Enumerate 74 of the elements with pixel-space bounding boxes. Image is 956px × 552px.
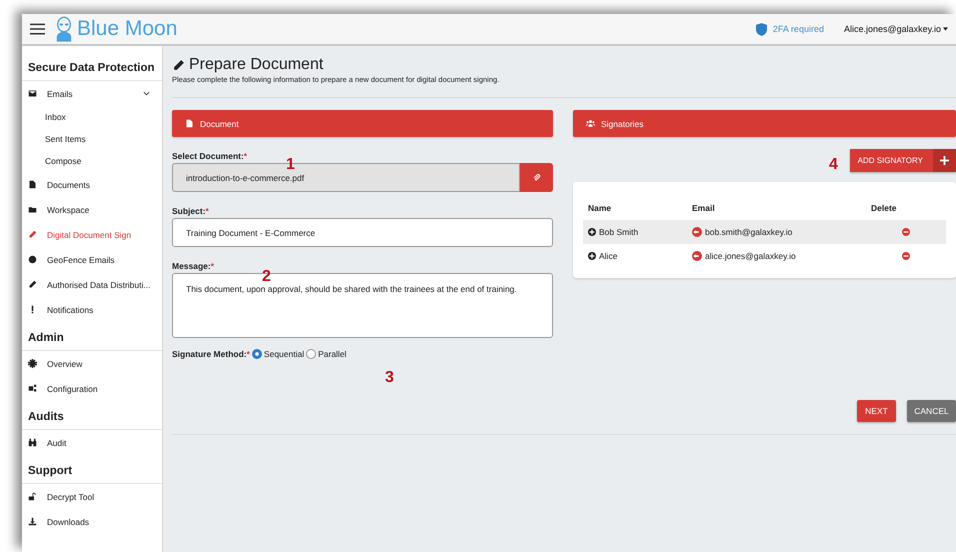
section-title: Secure Data Protection: [22, 56, 162, 81]
envelope-icon: [28, 89, 37, 98]
pencil-icon: [28, 230, 37, 239]
users-icon: [586, 119, 595, 128]
panel-title: Signatories: [601, 118, 644, 128]
download-icon: [28, 517, 37, 526]
plus-circle-icon[interactable]: [588, 228, 596, 236]
file-icon: [185, 119, 194, 128]
signatory-name: Bob Smith: [599, 227, 638, 237]
sidebar-item[interactable]: Audit: [22, 430, 162, 455]
key-icon: [692, 251, 702, 261]
alien-logo-icon: [55, 16, 73, 42]
column-header: Delete: [871, 203, 898, 213]
caret-icon[interactable]: [943, 27, 948, 31]
cancel-button[interactable]: CANCEL: [907, 400, 956, 422]
paperclip-icon: [532, 174, 540, 182]
sidebar-item[interactable]: Configuration: [22, 376, 162, 401]
field-label: Select Document:: [172, 151, 244, 161]
required-mark: *: [210, 261, 214, 271]
brand-name: Blue Moon: [77, 17, 178, 41]
required-mark: *: [244, 151, 248, 161]
section-title: Support: [22, 459, 162, 484]
folder-icon: [28, 205, 37, 214]
required-mark: *: [246, 349, 250, 359]
gear-icon: [28, 359, 37, 368]
binoculars-icon: [28, 438, 37, 447]
sidebar-subitem[interactable]: Compose: [22, 150, 162, 172]
subject-field[interactable]: Training Document - E-Commerce: [172, 218, 553, 247]
key-icon: [692, 227, 702, 237]
remove-icon[interactable]: [902, 228, 910, 236]
section-title: Audits: [22, 405, 162, 430]
shield-icon: [756, 22, 767, 36]
field-label: Subject:: [172, 206, 206, 216]
attach-button[interactable]: [520, 163, 553, 192]
sidebar-item[interactable]: Overview: [22, 351, 162, 376]
field-label: Message:: [172, 261, 211, 271]
signatory-email: alice.jones@galaxkey.io: [705, 251, 796, 261]
sidebar-item[interactable]: Downloads: [22, 509, 162, 534]
file-icon: [28, 180, 37, 189]
sidebar-item[interactable]: Emails: [22, 81, 162, 106]
sidebar-item[interactable]: Workspace: [22, 197, 162, 222]
sidebar-item[interactable]: Digital Document Sign: [22, 222, 162, 247]
plus-circle-icon[interactable]: [588, 252, 596, 260]
next-button[interactable]: NEXT: [857, 400, 896, 422]
signatory-name: Alice: [599, 251, 618, 261]
radio-button[interactable]: [252, 349, 262, 359]
pencil-icon: [28, 280, 37, 289]
sidebar-item[interactable]: Authorised Data Distributi...: [22, 272, 162, 297]
remove-icon[interactable]: [902, 252, 910, 260]
callout-number: 4: [829, 157, 838, 173]
panel-title: Document: [200, 118, 239, 128]
column-header: Name: [588, 203, 612, 213]
section-title: Admin: [22, 326, 162, 351]
radio-label[interactable]: Parallel: [318, 349, 346, 359]
radio-button[interactable]: [306, 349, 316, 359]
sidebar-item[interactable]: Documents: [22, 172, 162, 197]
sidebar-item[interactable]: Notifications: [22, 297, 162, 322]
page-title: Prepare Document: [189, 56, 324, 74]
column-header: Email: [692, 203, 716, 213]
required-mark: *: [206, 206, 209, 216]
padlock-icon: [28, 492, 37, 501]
menu-icon[interactable]: [30, 23, 45, 35]
sidebar-subitem[interactable]: Inbox: [22, 106, 162, 128]
field-label: Signature Method:: [172, 349, 247, 359]
signatory-email: bob.smith@galaxkey.io: [705, 227, 792, 237]
sidebar-item[interactable]: GeoFence Emails: [22, 247, 162, 272]
add-signatory-button[interactable]: ADD SIGNATORY: [850, 149, 956, 172]
pencil-icon: [172, 58, 185, 72]
callout-number: 3: [385, 370, 394, 386]
plus-icon: [940, 156, 949, 165]
sidebar-item[interactable]: Decrypt Tool: [22, 484, 162, 509]
user-menu[interactable]: Alice.jones@galaxkey.io: [844, 24, 941, 34]
sidebar-subitem[interactable]: Sent Items: [22, 128, 162, 150]
radio-label[interactable]: Sequential: [264, 349, 304, 359]
